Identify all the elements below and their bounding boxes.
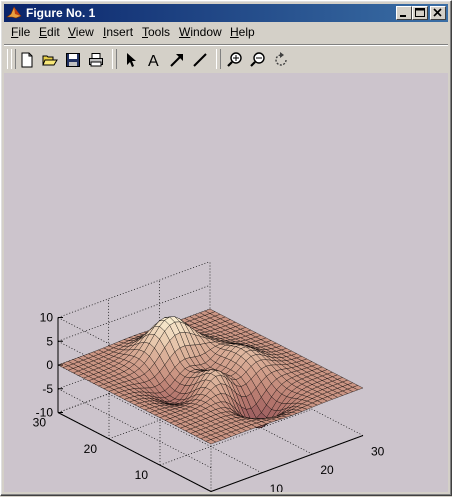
text-tool-label: A — [148, 53, 159, 69]
close-button[interactable] — [430, 6, 446, 20]
axis-line — [210, 435, 364, 492]
menu-view[interactable]: View — [68, 25, 94, 40]
toolbar-separator — [112, 49, 117, 69]
figure-canvas[interactable]: 1050-5-1030201000102030 — [4, 73, 448, 497]
figure-window: Figure No. 1 File Edit View Insert Tools… — [0, 0, 452, 497]
arrow-icon[interactable] — [120, 49, 142, 71]
menu-edit-label: dit — [47, 25, 60, 39]
surface-mesh — [57, 308, 364, 445]
figure-toolbar: A — [4, 44, 448, 73]
line-icon[interactable] — [189, 49, 211, 71]
y-tick-label: 30 — [33, 416, 47, 430]
menu-tools-label: ools — [148, 25, 171, 39]
new-icon[interactable] — [16, 49, 38, 71]
menu-edit-mnemonic: E — [39, 25, 48, 39]
menu-tools[interactable]: Tools — [142, 25, 170, 40]
title-bar[interactable]: Figure No. 1 — [4, 4, 448, 22]
menu-edit[interactable]: Edit — [39, 25, 60, 40]
z-tick-label: 0 — [46, 358, 53, 372]
minimize-button[interactable] — [396, 6, 412, 20]
maximize-button[interactable] — [412, 6, 428, 20]
menu-window-label: indow — [190, 25, 222, 39]
menu-insert[interactable]: Insert — [103, 25, 133, 40]
text-icon[interactable]: A — [143, 49, 165, 71]
z-tick-label: 10 — [40, 311, 54, 325]
y-tick-label: 10 — [135, 468, 149, 482]
save-icon[interactable] — [62, 49, 84, 71]
menu-window[interactable]: Window — [179, 25, 222, 40]
menu-view-mnemonic: V — [68, 25, 76, 39]
z-tick-label: 5 — [46, 334, 53, 348]
arrow-line-icon[interactable] — [166, 49, 188, 71]
menu-insert-label: nsert — [106, 25, 134, 39]
toolbar-separator — [216, 49, 221, 69]
menu-view-label: iew — [75, 25, 94, 39]
rotate-icon[interactable] — [270, 49, 292, 71]
open-icon[interactable] — [39, 49, 61, 71]
x-tick-label: 30 — [371, 445, 385, 459]
zoom-out-icon[interactable] — [247, 49, 269, 71]
menu-file-label: ile — [18, 25, 31, 39]
window-title: Figure No. 1 — [26, 6, 96, 20]
y-tick-label: 20 — [84, 442, 98, 456]
x-tick-label: 10 — [270, 482, 284, 492]
x-tick-label: 20 — [320, 463, 334, 477]
menu-bar: File Edit View Insert Tools Window Help — [4, 23, 448, 42]
grid-line — [57, 261, 211, 318]
menu-help-label: elp — [238, 25, 255, 39]
surface-plot[interactable]: 1050-5-1030201000102030 — [4, 73, 448, 497]
matlab-logo-icon — [6, 5, 22, 21]
menu-file[interactable]: File — [11, 25, 30, 40]
menu-help-mnemonic: H — [230, 25, 239, 39]
zoom-in-icon[interactable] — [224, 49, 246, 71]
menu-help[interactable]: Help — [230, 25, 255, 40]
print-icon[interactable] — [85, 49, 107, 71]
menu-window-mnemonic: W — [179, 25, 191, 39]
z-tick-label: -5 — [42, 382, 53, 396]
